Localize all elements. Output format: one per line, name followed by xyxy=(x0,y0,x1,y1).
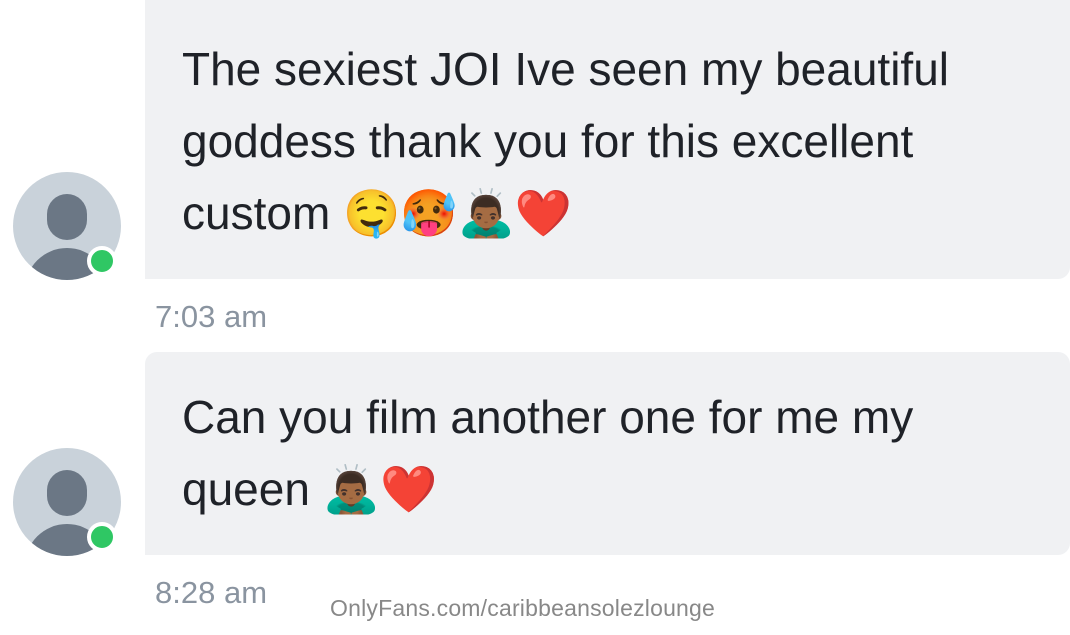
emoji-group: 🙇🏾‍♂️❤️ xyxy=(322,462,438,516)
message-text: Can you film another one for me my queen… xyxy=(182,381,1040,525)
online-status-icon xyxy=(87,522,117,552)
watermark: OnlyFans.com/caribbeansolezlounge xyxy=(330,595,716,621)
avatar-head-icon xyxy=(47,194,87,240)
message-bubble[interactable]: The sexiest JOI Ive seen my beautiful go… xyxy=(145,0,1070,279)
avatar-head-icon xyxy=(47,470,87,516)
online-status-icon xyxy=(87,246,117,276)
emoji-group: 🤤🥵🙇🏾‍♂️❤️ xyxy=(343,186,573,240)
message-bubble[interactable]: Can you film another one for me my queen… xyxy=(145,352,1070,555)
message-timestamp: 7:03 am xyxy=(155,299,268,334)
message-text: The sexiest JOI Ive seen my beautiful go… xyxy=(182,33,1040,249)
message-timestamp: 8:28 am xyxy=(155,575,268,610)
message-body: Can you film another one for me my queen xyxy=(182,391,914,515)
